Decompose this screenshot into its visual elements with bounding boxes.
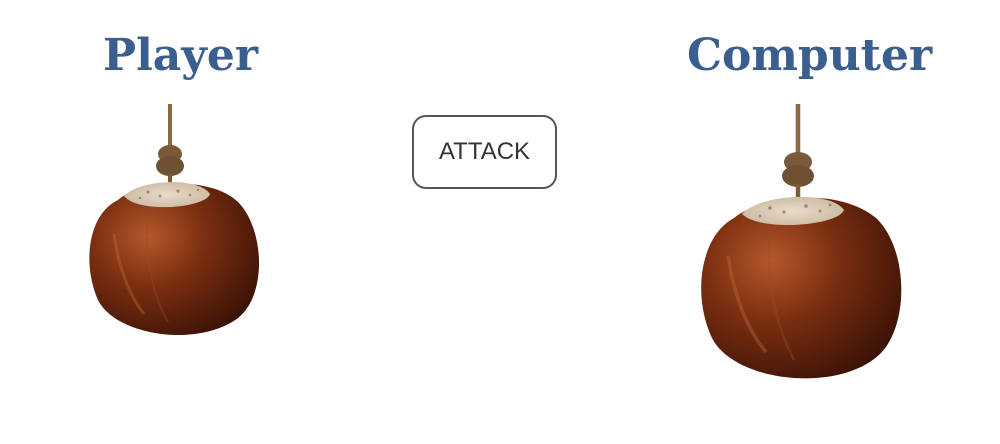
player-heading: Player bbox=[103, 30, 259, 81]
game-board: Player Computer ATTACK bbox=[0, 0, 1000, 444]
computer-heading: Computer bbox=[687, 30, 933, 81]
attack-button[interactable]: ATTACK bbox=[412, 115, 557, 189]
computer-conker-icon bbox=[701, 104, 902, 379]
player-conker-icon bbox=[89, 104, 260, 336]
